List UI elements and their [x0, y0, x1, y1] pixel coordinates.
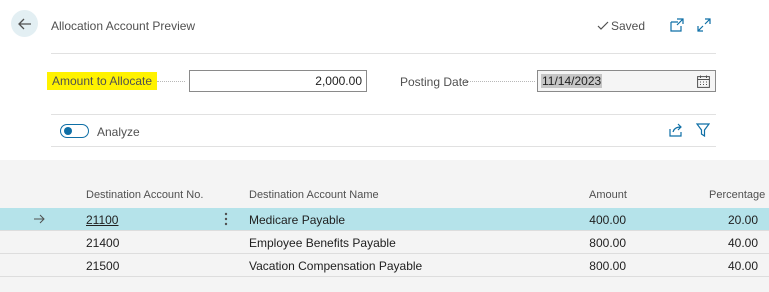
table-row[interactable]: 21100 Medicare Payable 400.00 20.00 — [0, 208, 769, 230]
amount: 800.00 — [589, 259, 626, 273]
page-title: Allocation Account Preview — [51, 19, 196, 33]
account-no[interactable]: 21500 — [86, 259, 119, 273]
table-row[interactable]: 21500 Vacation Compensation Payable 800.… — [0, 254, 769, 276]
toolbar-divider — [51, 146, 716, 147]
posting-date-label: Posting Date — [400, 75, 469, 89]
posting-date-value: 11/14/2023 — [541, 74, 603, 88]
row-divider — [0, 276, 769, 277]
arrow-left-icon — [17, 18, 31, 29]
filter-icon[interactable] — [696, 123, 710, 137]
analyze-label: Analyze — [97, 125, 140, 139]
amount-to-allocate-input[interactable]: 2,000.00 — [189, 70, 367, 92]
column-header-amount[interactable]: Amount — [589, 189, 627, 201]
percentage: 20.00 — [727, 213, 758, 227]
toggle-knob — [64, 127, 72, 135]
table-row[interactable]: 21400 Employee Benefits Payable 800.00 4… — [0, 231, 769, 253]
account-no[interactable]: 21400 — [86, 236, 119, 250]
amount-to-allocate-label: Amount to Allocate — [47, 72, 158, 90]
account-name: Medicare Payable — [249, 213, 346, 227]
percentage: 40.00 — [727, 236, 758, 250]
saved-label: Saved — [611, 19, 646, 33]
account-no-link[interactable]: 21100 — [86, 213, 118, 227]
amount: 800.00 — [589, 236, 626, 250]
expand-icon[interactable] — [696, 17, 712, 33]
column-header-account-name[interactable]: Destination Account Name — [249, 189, 379, 201]
account-name: Vacation Compensation Payable — [249, 259, 423, 273]
more-options-icon[interactable] — [224, 212, 228, 226]
posting-date-input[interactable]: 11/14/2023 — [537, 70, 716, 92]
column-header-percentage[interactable]: Percentage — [709, 189, 765, 201]
account-name: Employee Benefits Payable — [249, 236, 396, 250]
form-divider — [51, 114, 716, 115]
arrow-right-icon — [34, 214, 45, 224]
amount: 400.00 — [589, 213, 626, 227]
open-new-window-icon[interactable] — [669, 17, 685, 33]
analyze-toggle[interactable] — [60, 124, 89, 138]
header-divider — [51, 53, 716, 54]
back-button[interactable] — [11, 10, 38, 37]
percentage: 40.00 — [727, 259, 758, 273]
share-icon[interactable] — [669, 123, 684, 137]
label-dots — [465, 81, 535, 82]
saved-status: Saved — [597, 19, 645, 33]
column-header-account-no[interactable]: Destination Account No. — [86, 189, 203, 201]
label-dots — [157, 81, 185, 82]
calendar-icon[interactable] — [697, 75, 710, 88]
check-icon — [597, 21, 609, 30]
